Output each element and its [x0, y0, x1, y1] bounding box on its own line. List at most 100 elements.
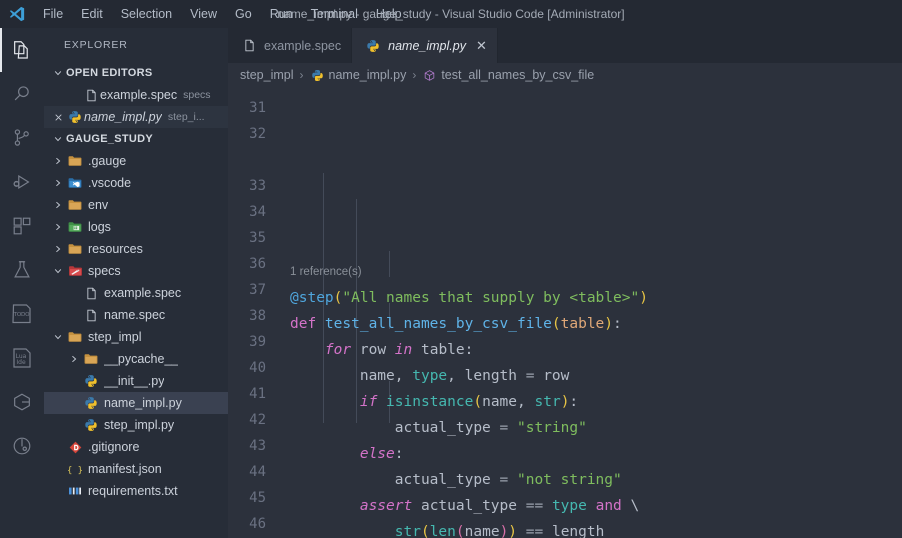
line-number: 36	[249, 256, 266, 272]
chevron-right-icon[interactable]	[50, 244, 66, 254]
code-line: def test_all_names_by_csv_file(table):	[284, 311, 902, 337]
code-token: length	[543, 524, 605, 538]
code-token: ==	[525, 524, 544, 538]
close-icon[interactable]	[50, 113, 66, 122]
todo-icon[interactable]: TODO	[0, 292, 44, 336]
explorer-sidebar: EXPLORER OPEN EDITORS example.spec specs…	[44, 28, 228, 538]
code-content[interactable]: 1 reference(s) @step("All names that supp…	[284, 87, 902, 538]
code-token: )	[508, 524, 518, 538]
tree-item-label: example.spec	[104, 286, 182, 300]
testing-icon[interactable]	[0, 248, 44, 292]
menu-file[interactable]: File	[34, 3, 72, 25]
line-number: 45	[249, 490, 266, 506]
tree-item-gauge[interactable]: .gauge	[44, 150, 228, 172]
code-token: name	[482, 394, 518, 410]
file-tree: .gauge .vscode env logs resources specs exampl…	[44, 150, 228, 502]
tree-item-specs[interactable]: specs	[44, 260, 228, 282]
tree-item-manifest-json[interactable]: { } manifest.json	[44, 458, 228, 480]
menu-selection[interactable]: Selection	[112, 3, 181, 25]
code-token: \	[621, 498, 640, 514]
line-number: 39	[249, 334, 266, 350]
breadcrumb-item-name-impl-py[interactable]: name_impl.py	[310, 68, 406, 82]
code-token: actual_type	[290, 420, 500, 436]
code-token: for	[324, 342, 352, 358]
extensions-icon[interactable]	[0, 204, 44, 248]
workspace-section-header[interactable]: GAUGE_STUDY	[44, 128, 228, 150]
menu-edit[interactable]: Edit	[72, 3, 112, 25]
codelens-reference-link[interactable]: 1 reference(s)	[284, 259, 902, 285]
tree-item-label: step_impl.py	[104, 418, 175, 432]
gauge-icon[interactable]	[0, 380, 44, 424]
chevron-right-icon[interactable]	[66, 354, 82, 364]
breadcrumb-item-symbol[interactable]: test_all_names_by_csv_file	[422, 68, 594, 82]
breadcrumb-item-step-impl[interactable]: step_impl	[240, 68, 294, 82]
menu-view[interactable]: View	[181, 3, 226, 25]
open-editors-section-header[interactable]: OPEN EDITORS	[44, 62, 228, 84]
python-icon	[310, 69, 325, 82]
tab-name-impl-py[interactable]: name_impl.py ✕	[352, 28, 498, 63]
folder-icon	[66, 331, 84, 343]
code-editor[interactable]: 31 32 33 34 35 36 37 38 39 40 41 42 43 44 45 46 1 refe…	[228, 87, 902, 538]
code-token: isinstance	[386, 394, 474, 410]
tree-item-step-impl[interactable]: step_impl	[44, 326, 228, 348]
menu-run[interactable]: Run	[261, 3, 302, 25]
clock-icon[interactable]	[0, 424, 44, 468]
code-token: name	[464, 524, 500, 538]
code-token: :	[464, 342, 474, 358]
breadcrumb: step_impl › name_impl.py › test_all_name…	[228, 63, 902, 87]
code-token: def	[290, 316, 325, 332]
tree-item-example-spec[interactable]: example.spec	[44, 282, 228, 304]
chevron-down-icon[interactable]	[50, 266, 66, 276]
code-token: ,	[447, 368, 465, 384]
tree-item-step-impl-py[interactable]: step_impl.py	[44, 414, 228, 436]
tree-item-label: .gauge	[88, 154, 127, 168]
tree-item-label: .gitignore	[88, 440, 140, 454]
tree-item-vscode[interactable]: .vscode	[44, 172, 228, 194]
search-icon[interactable]	[0, 72, 44, 116]
tree-item-gitignore[interactable]: .gitignore	[44, 436, 228, 458]
breadcrumb-separator: ›	[412, 68, 417, 82]
tree-item-name-impl-py[interactable]: name_impl.py	[44, 392, 228, 414]
code-line: actual_type = "not string"	[284, 467, 902, 493]
svg-text:{ }: { }	[68, 465, 82, 475]
run-and-debug-icon[interactable]	[0, 160, 44, 204]
tree-item-requirements-txt[interactable]: requirements.txt	[44, 480, 228, 502]
line-number: 40	[249, 360, 266, 376]
open-editor-name-impl-py[interactable]: name_impl.py step_i...	[44, 106, 228, 128]
source-control-icon[interactable]	[0, 116, 44, 160]
chevron-right-icon[interactable]	[50, 178, 66, 188]
open-editor-example-spec[interactable]: example.spec specs	[44, 84, 228, 106]
explorer-icon[interactable]	[0, 28, 44, 72]
tree-item-env[interactable]: env	[44, 194, 228, 216]
svg-text:Ide: Ide	[16, 359, 26, 366]
menu-help[interactable]: Help	[367, 3, 411, 25]
code-line: @step("All names that supply by <table>"…	[284, 285, 902, 311]
tree-item-init-py[interactable]: __init__.py	[44, 370, 228, 392]
chevron-right-icon[interactable]	[50, 222, 66, 232]
tree-item-label: logs	[88, 220, 111, 234]
tree-item-pycache[interactable]: __pycache__	[44, 348, 228, 370]
tree-item-logs[interactable]: logs	[44, 216, 228, 238]
code-line: if isinstance(name, str):	[284, 389, 902, 415]
menu-go[interactable]: Go	[226, 3, 261, 25]
tabs-empty-space	[497, 28, 902, 63]
tree-item-name-spec[interactable]: name.spec	[44, 304, 228, 326]
tree-item-resources[interactable]: resources	[44, 238, 228, 260]
code-token: (	[420, 524, 430, 538]
chevron-right-icon[interactable]	[50, 156, 66, 166]
open-editor-desc: step_i...	[167, 111, 205, 123]
tab-example-spec[interactable]: example.spec	[228, 28, 353, 63]
lua-ide-icon[interactable]: Lua Ide	[0, 336, 44, 380]
code-token: )	[639, 290, 648, 306]
folder-icon	[66, 155, 84, 167]
specs-folder-icon	[66, 265, 84, 277]
close-icon[interactable]: ✕	[476, 39, 487, 52]
menu-terminal[interactable]: Terminal	[302, 3, 367, 25]
chevron-right-icon[interactable]	[50, 200, 66, 210]
breadcrumb-separator: ›	[299, 68, 304, 82]
chevron-down-icon[interactable]	[50, 332, 66, 342]
